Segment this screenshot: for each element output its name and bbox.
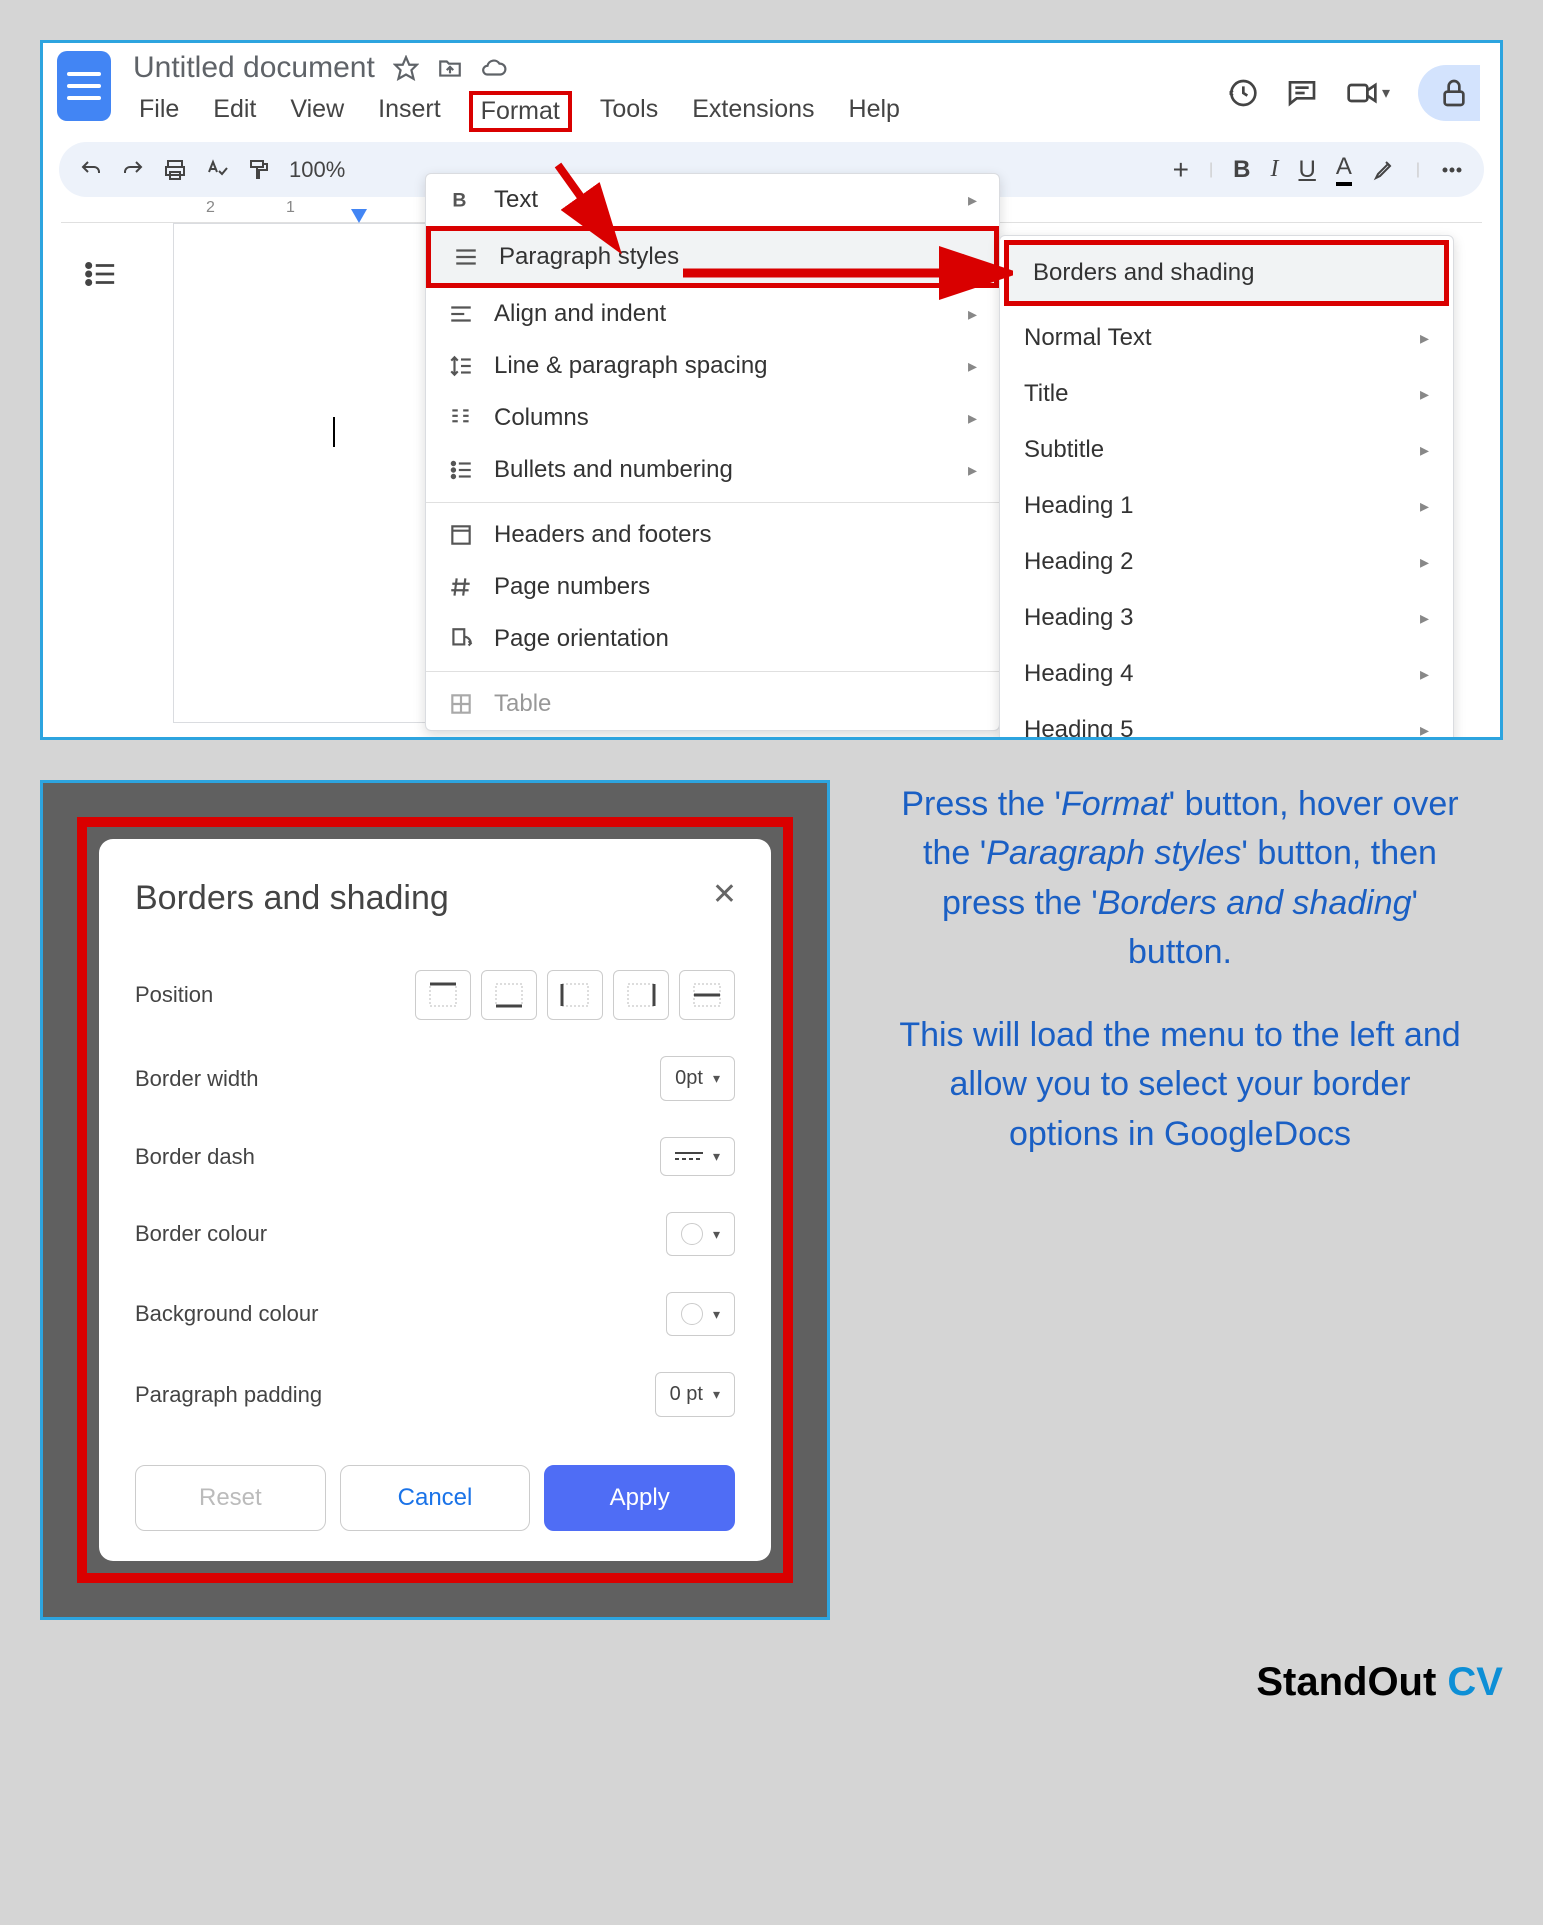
insert-plus[interactable]: +	[1173, 154, 1189, 186]
dd-page-orientation[interactable]: Page orientation	[426, 613, 999, 665]
svg-text:B: B	[452, 190, 466, 212]
instruction-text: Press the 'Format' button, hover over th…	[890, 780, 1470, 1193]
dd-headers-footers[interactable]: Headers and footers	[426, 509, 999, 561]
dd-pagenum-label: Page numbers	[494, 573, 650, 601]
zoom-level[interactable]: 100%	[289, 157, 345, 183]
apply-button[interactable]: Apply	[544, 1465, 735, 1531]
border-colour-label: Border colour	[135, 1221, 267, 1247]
star-icon[interactable]	[393, 55, 419, 81]
menu-view[interactable]: View	[284, 91, 350, 132]
sub-normal-text[interactable]: Normal Text▸	[1000, 310, 1453, 366]
menu-extensions[interactable]: Extensions	[686, 91, 820, 132]
dialog-close-icon[interactable]: ✕	[712, 877, 737, 912]
more-icon[interactable]	[1440, 158, 1464, 182]
dd-text[interactable]: B Text▸	[426, 174, 999, 226]
ruler-tick: 1	[286, 199, 295, 217]
italic-button[interactable]: I	[1270, 156, 1278, 183]
undo-icon[interactable]	[79, 158, 103, 182]
pos-bottom-button[interactable]	[481, 970, 537, 1020]
redo-icon[interactable]	[121, 158, 145, 182]
docs-logo-icon	[57, 51, 111, 121]
print-icon[interactable]	[163, 158, 187, 182]
dd-columns-label: Columns	[494, 404, 589, 432]
position-label: Position	[135, 982, 213, 1008]
menu-file[interactable]: File	[133, 91, 185, 132]
underline-button[interactable]: U	[1298, 156, 1315, 184]
dd-text-label: Text	[494, 186, 538, 214]
brand-logo: StandOut CV	[40, 1660, 1503, 1705]
dd-spacing-label: Line & paragraph spacing	[494, 352, 768, 380]
history-icon[interactable]	[1226, 77, 1258, 109]
dd-bullets[interactable]: Bullets and numbering▸	[426, 444, 999, 496]
dd-page-numbers[interactable]: Page numbers	[426, 561, 999, 613]
border-dash-select[interactable]: ▾	[660, 1137, 735, 1176]
dd-columns[interactable]: Columns▸	[426, 392, 999, 444]
background-colour-select[interactable]: ▾	[666, 1292, 735, 1336]
text-color-button[interactable]: A	[1336, 153, 1352, 186]
dialog-screenshot: Borders and shading ✕ Position Border wi…	[40, 780, 830, 1620]
sub-heading-5[interactable]: Heading 5▸	[1000, 702, 1453, 740]
menu-help[interactable]: Help	[843, 91, 906, 132]
meet-icon[interactable]	[1346, 77, 1378, 109]
dd-table-label: Table	[494, 690, 551, 718]
sub-subtitle[interactable]: Subtitle▸	[1000, 422, 1453, 478]
menu-tools[interactable]: Tools	[594, 91, 664, 132]
menu-edit[interactable]: Edit	[207, 91, 262, 132]
comments-icon[interactable]	[1286, 77, 1318, 109]
dialog-title: Borders and shading	[135, 879, 735, 918]
cancel-button[interactable]: Cancel	[340, 1465, 531, 1531]
sub-title[interactable]: Title▸	[1000, 366, 1453, 422]
menu-insert[interactable]: Insert	[372, 91, 447, 132]
document-title[interactable]: Untitled document	[133, 51, 375, 85]
share-lock-button[interactable]	[1418, 65, 1480, 121]
dd-orientation-label: Page orientation	[494, 625, 669, 653]
sub-heading-3[interactable]: Heading 3▸	[1000, 590, 1453, 646]
menu-format[interactable]: Format	[469, 91, 572, 132]
dd-headers-label: Headers and footers	[494, 521, 711, 549]
paragraph-styles-submenu: Borders and shading Normal Text▸ Title▸ …	[999, 235, 1454, 740]
borders-shading-dialog: Borders and shading ✕ Position Border wi…	[99, 839, 771, 1561]
cloud-icon[interactable]	[481, 55, 507, 81]
border-dash-label: Border dash	[135, 1144, 255, 1170]
paint-format-icon[interactable]	[247, 158, 271, 182]
docs-header: Untitled document File Edit View Insert …	[43, 43, 1500, 132]
sub-heading-2[interactable]: Heading 2▸	[1000, 534, 1453, 590]
red-arrow-2-icon	[673, 243, 1013, 303]
background-colour-label: Background colour	[135, 1301, 318, 1327]
pos-between-button[interactable]	[679, 970, 735, 1020]
border-width-label: Border width	[135, 1066, 259, 1092]
spellcheck-icon[interactable]	[205, 158, 229, 182]
paragraph-padding-select[interactable]: 0 pt▾	[655, 1372, 735, 1417]
sub-heading-4[interactable]: Heading 4▸	[1000, 646, 1453, 702]
pos-top-button[interactable]	[415, 970, 471, 1020]
dd-align-label: Align and indent	[494, 300, 666, 328]
dd-line-spacing[interactable]: Line & paragraph spacing▸	[426, 340, 999, 392]
sub-borders-shading[interactable]: Borders and shading	[1004, 240, 1449, 306]
menu-bar: File Edit View Insert Format Tools Exten…	[133, 91, 906, 132]
red-arrow-1-icon	[548, 155, 628, 255]
pos-right-button[interactable]	[613, 970, 669, 1020]
border-colour-select[interactable]: ▾	[666, 1212, 735, 1256]
sub-heading-1[interactable]: Heading 1▸	[1000, 478, 1453, 534]
highlight-icon[interactable]	[1372, 158, 1396, 182]
dd-table[interactable]: Table	[426, 678, 999, 730]
ruler-tick: 2	[206, 199, 215, 217]
bold-button[interactable]: B	[1233, 156, 1250, 184]
pos-left-button[interactable]	[547, 970, 603, 1020]
gdocs-screenshot: Untitled document File Edit View Insert …	[40, 40, 1503, 740]
paragraph-padding-label: Paragraph padding	[135, 1382, 322, 1408]
move-folder-icon[interactable]	[437, 55, 463, 81]
outline-toggle-icon[interactable]	[83, 257, 117, 296]
reset-button[interactable]: Reset	[135, 1465, 326, 1531]
dd-bullets-label: Bullets and numbering	[494, 456, 733, 484]
text-cursor	[333, 417, 335, 447]
sub-borders-label: Borders and shading	[1033, 259, 1254, 287]
indent-marker-icon[interactable]	[351, 209, 367, 223]
border-width-select[interactable]: 0pt▾	[660, 1056, 735, 1101]
